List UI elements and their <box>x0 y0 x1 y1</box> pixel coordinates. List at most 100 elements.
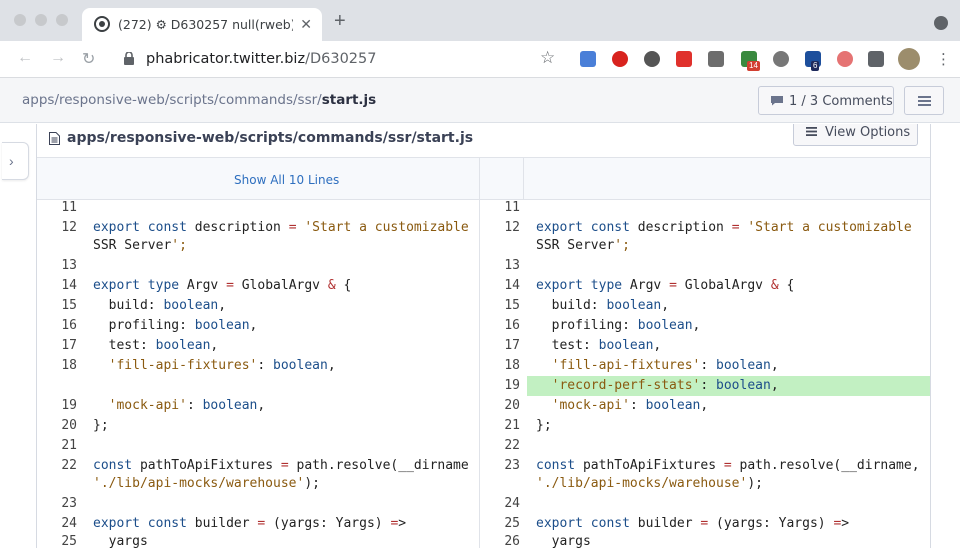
lock-icon[interactable] <box>124 52 134 65</box>
right-line-number[interactable]: 18 <box>480 358 520 373</box>
forward-arrow-icon[interactable]: → <box>50 49 66 67</box>
address-bar[interactable]: phabricator.twitter.biz/D630257 <box>146 51 376 67</box>
bookmark-star-icon[interactable]: ☆ <box>540 48 555 68</box>
new-tab-button[interactable]: + <box>334 10 346 33</box>
main-content: › apps/responsive-web/scripts/commands/s… <box>0 124 960 548</box>
left-code-line: export const description = 'Start a cust… <box>93 220 469 235</box>
left-line-number[interactable]: 11 <box>37 200 77 215</box>
left-line-number[interactable]: 18 <box>37 358 77 373</box>
back-arrow-icon[interactable]: ← <box>17 49 33 67</box>
breadcrumb: apps/responsive-web/scripts/commands/ssr… <box>22 92 376 108</box>
adblock-extension-icon[interactable] <box>612 51 628 67</box>
right-code-line: yargs <box>536 534 591 548</box>
left-code-line: 'mock-api': boolean, <box>108 398 266 413</box>
extension-badge: 14 <box>747 61 760 71</box>
breadcrumb-file: start.js <box>321 92 377 108</box>
left-line-number[interactable]: 13 <box>37 258 77 273</box>
left-line-number[interactable]: 20 <box>37 418 77 433</box>
reload-icon[interactable]: ↻ <box>82 49 95 69</box>
left-line-number[interactable]: 16 <box>37 318 77 333</box>
left-line-number[interactable]: 12 <box>37 220 77 235</box>
window-zoom-button[interactable] <box>56 14 68 26</box>
right-line-number[interactable]: 19 <box>480 378 520 393</box>
context-expander-row: Show All 10 Lines <box>37 158 930 200</box>
show-all-lines-link[interactable]: Show All 10 Lines <box>234 173 339 187</box>
right-code-line: export const builder = (yargs: Yargs) => <box>536 516 850 531</box>
tp-extension-icon[interactable] <box>676 51 692 67</box>
extension-badge: 6 <box>811 61 820 71</box>
left-line-number[interactable]: 22 <box>37 458 77 473</box>
view-options-label: View Options <box>825 125 911 140</box>
profile-avatar[interactable] <box>898 48 920 70</box>
left-line-number[interactable]: 14 <box>37 278 77 293</box>
right-line-number[interactable]: 14 <box>480 278 520 293</box>
right-line-number[interactable]: 11 <box>480 200 520 215</box>
left-code-line: build: boolean, <box>93 298 227 313</box>
list-icon <box>806 127 817 136</box>
diff-panel: apps/responsive-web/scripts/commands/ssr… <box>36 124 931 548</box>
left-line-number[interactable]: 23 <box>37 496 77 511</box>
right-code-line: }; <box>536 418 552 433</box>
left-line-number[interactable]: 17 <box>37 338 77 353</box>
url-host: phabricator.twitter.biz <box>146 51 306 67</box>
left-line-number[interactable]: 15 <box>37 298 77 313</box>
left-code-line: './lib/api-mocks/warehouse'); <box>93 476 320 491</box>
left-code-line: }; <box>93 418 109 433</box>
right-code-line: 'record-perf-stats': boolean, <box>551 378 779 393</box>
left-code-line: const pathToApiFixtures = path.resolve(_… <box>93 458 469 473</box>
left-code-line: export const builder = (yargs: Yargs) => <box>93 516 407 531</box>
left-line-number[interactable]: 21 <box>37 438 77 453</box>
tab-close-icon[interactable]: ✕ <box>300 16 312 33</box>
right-line-number[interactable]: 24 <box>480 496 520 511</box>
right-line-number[interactable]: 26 <box>480 534 520 548</box>
browser-menu-icon[interactable]: ⋮ <box>936 50 951 68</box>
messenger-extension-icon[interactable] <box>773 51 789 67</box>
right-code-line: SSR Server'; <box>536 238 630 253</box>
browser-tab-strip: (272) ⚙ D630257 null(rweb): ✕ + <box>0 0 960 41</box>
url-path: /D630257 <box>305 51 377 67</box>
right-code-line: 'mock-api': boolean, <box>551 398 709 413</box>
flower-extension-icon[interactable] <box>837 51 853 67</box>
right-code-line: export const description = 'Start a cust… <box>536 220 912 235</box>
right-line-number[interactable]: 16 <box>480 318 520 333</box>
right-line-number[interactable]: 15 <box>480 298 520 313</box>
hamburger-menu-button[interactable] <box>904 86 944 115</box>
left-line-number[interactable]: 19 <box>37 398 77 413</box>
tab-search-icon[interactable] <box>934 16 948 30</box>
left-code-line: 'fill-api-fixtures': boolean, <box>108 358 336 373</box>
info-extension-icon[interactable] <box>644 51 660 67</box>
translate-extension-icon[interactable] <box>580 51 596 67</box>
right-line-number[interactable]: 12 <box>480 220 520 235</box>
right-line-number[interactable]: 17 <box>480 338 520 353</box>
window-minimize-button[interactable] <box>35 14 47 26</box>
window-close-button[interactable] <box>14 14 26 26</box>
tab-title: (272) ⚙ D630257 null(rweb): <box>118 17 293 32</box>
comments-button[interactable]: 1 / 3 Comments <box>758 86 894 115</box>
p-extension-icon[interactable] <box>708 51 724 67</box>
right-line-number[interactable]: 23 <box>480 458 520 473</box>
left-line-number[interactable]: 24 <box>37 516 77 531</box>
left-code-line: profiling: boolean, <box>93 318 258 333</box>
right-code-line: export type Argv = GlobalArgv & { <box>536 278 795 293</box>
comment-icon <box>771 96 783 106</box>
puzzle-extension-icon[interactable] <box>868 51 884 67</box>
browser-tab[interactable]: (272) ⚙ D630257 null(rweb): ✕ <box>82 8 322 41</box>
file-path: apps/responsive-web/scripts/commands/ssr… <box>67 130 474 146</box>
hamburger-icon <box>918 96 931 106</box>
right-code-line: './lib/api-mocks/warehouse'); <box>536 476 763 491</box>
right-line-number[interactable]: 13 <box>480 258 520 273</box>
browser-toolbar: ← → ↻ phabricator.twitter.biz/D630257 ☆ … <box>0 41 960 78</box>
right-line-number[interactable]: 21 <box>480 418 520 433</box>
right-line-number[interactable]: 22 <box>480 438 520 453</box>
left-code-line: SSR Server'; <box>93 238 187 253</box>
view-options-button[interactable]: View Options <box>793 124 918 146</box>
right-code-line: build: boolean, <box>536 298 670 313</box>
expand-sidebar-button[interactable]: › <box>2 142 29 180</box>
right-line-number[interactable]: 25 <box>480 516 520 531</box>
right-code-line: const pathToApiFixtures = path.resolve(_… <box>536 458 920 473</box>
right-line-number[interactable]: 20 <box>480 398 520 413</box>
file-icon <box>49 132 60 145</box>
right-code-line: profiling: boolean, <box>536 318 701 333</box>
right-code-line: test: boolean, <box>536 338 662 353</box>
left-line-number[interactable]: 25 <box>37 534 77 548</box>
